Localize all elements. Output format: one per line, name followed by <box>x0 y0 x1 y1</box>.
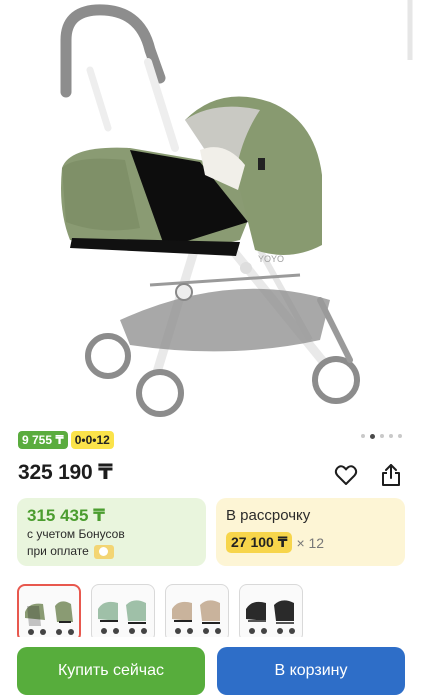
bonus-payment-row: при оплате <box>27 543 196 560</box>
bottom-action-bar: Купить сейчас В корзину <box>0 637 423 699</box>
price-badges: 9 755 ₸ 0•0•12 <box>18 431 114 449</box>
share-icon <box>382 464 400 486</box>
swatch-beige[interactable] <box>165 584 229 642</box>
gallery-dot[interactable] <box>380 434 384 438</box>
share-button[interactable] <box>377 461 405 489</box>
gallery-dot[interactable] <box>398 434 402 438</box>
gallery-dot-active[interactable] <box>370 433 375 439</box>
installment-card[interactable]: В рассрочку 27 100 ₸ × 12 <box>216 498 405 566</box>
stroller-thumbnail-icon <box>25 601 74 635</box>
installment-row: 27 100 ₸ × 12 <box>226 532 395 553</box>
buy-now-button[interactable]: Купить сейчас <box>17 647 205 695</box>
product-price: 325 190 ₸ <box>18 461 113 484</box>
stroller-illustration: YOYO <box>60 0 413 417</box>
swatch-black[interactable] <box>239 584 303 642</box>
swatch-sage[interactable] <box>17 584 81 642</box>
add-to-cart-button[interactable]: В корзину <box>217 647 405 695</box>
favorite-button[interactable] <box>332 461 360 489</box>
bonus-badge: 9 755 ₸ <box>18 431 68 449</box>
stroller-thumbnail-icon <box>246 600 295 634</box>
stroller-thumbnail-icon <box>98 600 147 634</box>
product-image[interactable]: YOYO <box>0 0 423 424</box>
gallery-pagination[interactable] <box>361 433 402 439</box>
installment-title: В рассрочку <box>226 507 311 524</box>
installment-months: × 12 <box>296 534 325 551</box>
gallery-dot[interactable] <box>361 434 365 438</box>
swatch-mint[interactable] <box>91 584 155 642</box>
gallery-dot[interactable] <box>389 434 393 438</box>
installment-amount: 27 100 ₸ <box>226 532 293 553</box>
stroller-thumbnail-icon <box>172 600 221 634</box>
bonus-price-card[interactable]: 315 435 ₸ с учетом Бонусов при оплате <box>17 498 206 566</box>
bonus-logo-icon <box>93 544 114 559</box>
bonus-note: с учетом Бонусов <box>27 527 125 541</box>
installment-badge: 0•0•12 <box>70 431 114 449</box>
heart-icon <box>334 465 358 485</box>
brand-mark: YOYO <box>258 254 284 264</box>
color-swatches <box>17 584 303 642</box>
bonus-price: 315 435 ₸ <box>27 506 106 525</box>
bonus-payment-note: при оплате <box>27 544 89 558</box>
